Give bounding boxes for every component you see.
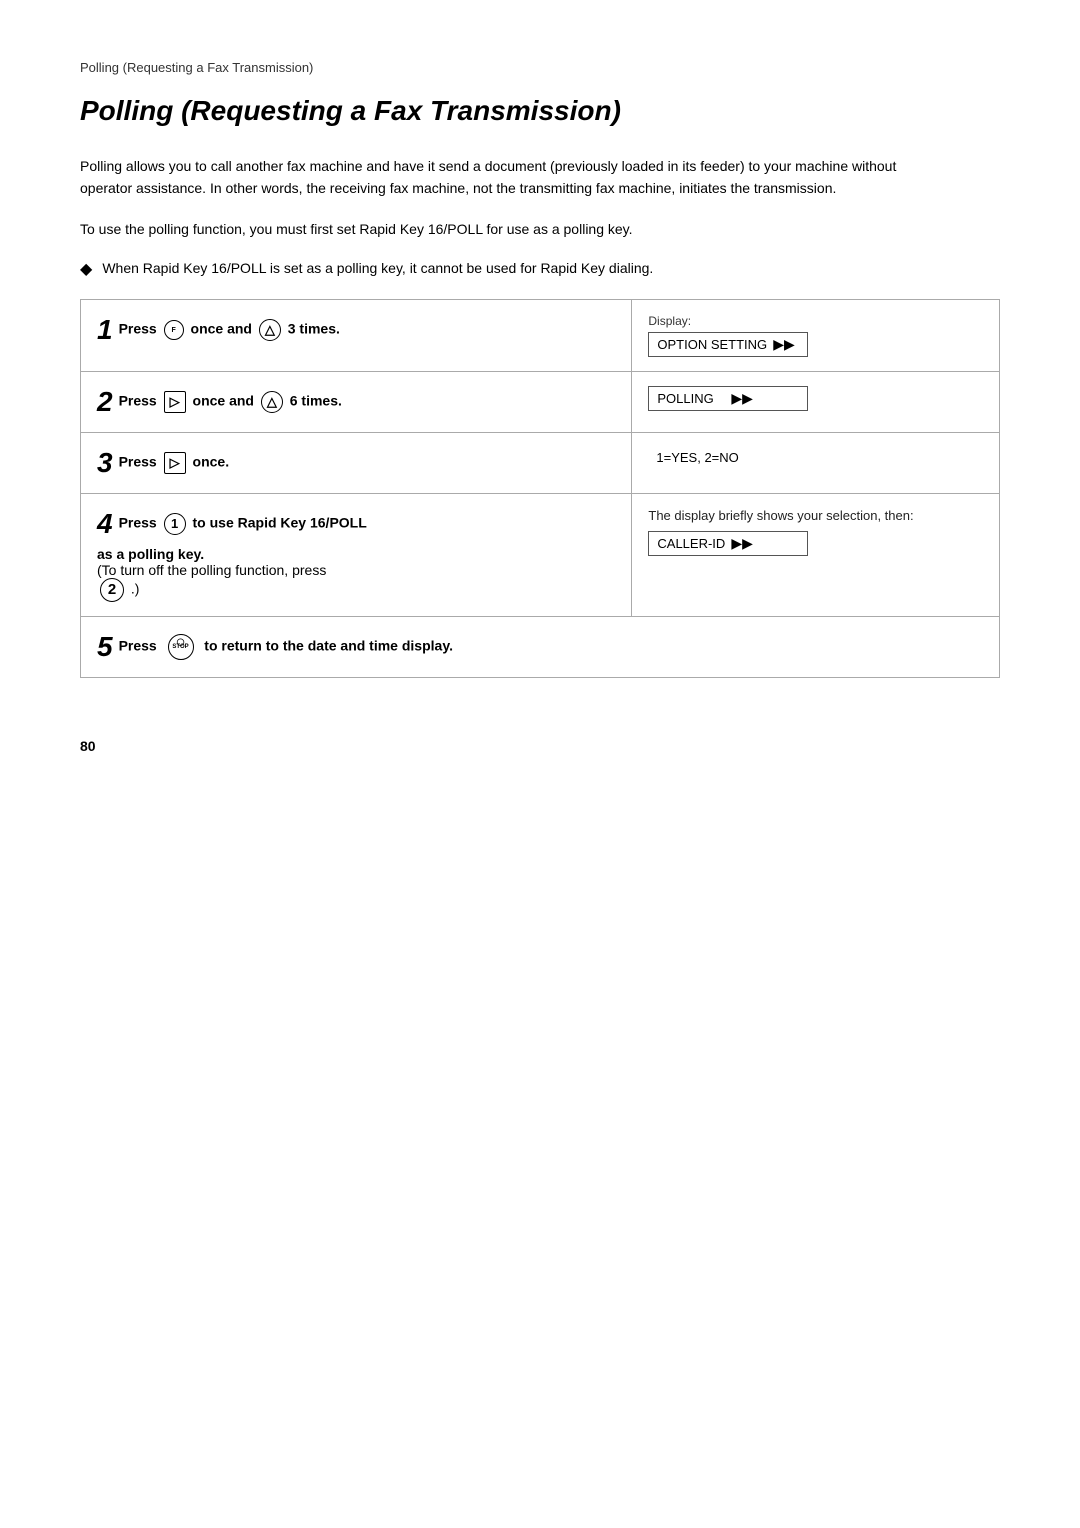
- step-1-left: 1 Press F once and △ 3 times.: [81, 300, 632, 372]
- display-box-2: POLLING ▶▶: [648, 386, 808, 411]
- note-item: ◆ When Rapid Key 16/POLL is set as a pol…: [80, 258, 900, 279]
- step-4-sub-bold: as a polling key.: [97, 546, 204, 562]
- note-diamond: ◆: [80, 259, 92, 279]
- step-3-number: 3: [97, 447, 113, 479]
- step-1-header: 1 Press F once and △ 3 times.: [97, 314, 615, 346]
- step-3-instruction: Press ▷ once.: [119, 452, 230, 474]
- step-2-header: 2 Press ▷ once and △ 6 times.: [97, 386, 615, 418]
- display-text-2: POLLING: [657, 391, 713, 406]
- key2-icon: 2: [100, 578, 124, 602]
- page-number: 80: [80, 738, 1000, 754]
- step-4-sub: as a polling key. (To turn off the polli…: [97, 546, 615, 602]
- step-2-instruction: Press ▷ once and △ 6 times.: [119, 391, 342, 413]
- display-arrow-2: ▶▶: [720, 390, 753, 407]
- display-box-3: 1=YES, 2=NO: [648, 447, 808, 468]
- function-icon: F: [164, 320, 184, 340]
- steps-table: 1 Press F once and △ 3 times. Display: O…: [80, 299, 1000, 678]
- step-2-right: POLLING ▶▶: [632, 372, 1000, 433]
- table-row: 2 Press ▷ once and △ 6 times. POLLING ▶▶: [81, 372, 1000, 433]
- step-1-instruction: Press F once and △ 3 times.: [119, 319, 340, 341]
- display-text-1: OPTION SETTING: [657, 337, 767, 352]
- table-row: 3 Press ▷ once. 1=YES, 2=NO: [81, 433, 1000, 494]
- scroll-up2-icon: △: [261, 391, 283, 413]
- display-text-3: 1=YES, 2=NO: [656, 450, 738, 465]
- step-4-sub-paren: (To turn off the polling function, press: [97, 562, 326, 578]
- key1-icon: 1: [164, 513, 186, 535]
- step-5-left: 5 Press ◯STOP to return to the date and …: [81, 617, 1000, 678]
- step-4-right: The display briefly shows your selection…: [632, 494, 1000, 617]
- step-4-left: 4 Press 1 to use Rapid Key 16/POLL as a …: [81, 494, 632, 617]
- step-4-sub-paren-end: .): [131, 581, 140, 597]
- note-text: When Rapid Key 16/POLL is set as a polli…: [102, 258, 653, 279]
- step-4-instruction: Press 1 to use Rapid Key 16/POLL: [119, 513, 367, 535]
- step-1-right: Display: OPTION SETTING ▶▶: [632, 300, 1000, 372]
- menu-right-icon: ▷: [164, 391, 186, 413]
- breadcrumb: Polling (Requesting a Fax Transmission): [80, 60, 1000, 75]
- menu-right2-icon: ▷: [164, 452, 186, 474]
- step-3-right: 1=YES, 2=NO: [632, 433, 1000, 494]
- display-arrow-1: ▶▶: [773, 336, 795, 353]
- step-1-number: 1: [97, 314, 113, 346]
- display-text-4: CALLER-ID: [657, 536, 725, 551]
- intro-para-2: To use the polling function, you must fi…: [80, 218, 900, 240]
- table-row: 4 Press 1 to use Rapid Key 16/POLL as a …: [81, 494, 1000, 617]
- scroll-up-icon: △: [259, 319, 281, 341]
- stop-icon: ◯STOP: [168, 634, 194, 660]
- step-3-left: 3 Press ▷ once.: [81, 433, 632, 494]
- step-2-number: 2: [97, 386, 113, 418]
- display-note-4: The display briefly shows your selection…: [648, 508, 983, 523]
- display-arrow-4: ▶▶: [731, 535, 753, 552]
- display-box-1: OPTION SETTING ▶▶: [648, 332, 808, 357]
- step-5-header: 5 Press ◯STOP to return to the date and …: [97, 631, 983, 663]
- step-4-header: 4 Press 1 to use Rapid Key 16/POLL: [97, 508, 615, 540]
- step-5-instruction: Press ◯STOP to return to the date and ti…: [119, 634, 453, 660]
- step-2-left: 2 Press ▷ once and △ 6 times.: [81, 372, 632, 433]
- table-row: 1 Press F once and △ 3 times. Display: O…: [81, 300, 1000, 372]
- step-3-header: 3 Press ▷ once.: [97, 447, 615, 479]
- display-label-1: Display:: [648, 314, 983, 328]
- step-4-number: 4: [97, 508, 113, 540]
- intro-para-1: Polling allows you to call another fax m…: [80, 155, 900, 200]
- display-box-4: CALLER-ID ▶▶: [648, 531, 808, 556]
- step-5-number: 5: [97, 631, 113, 663]
- table-row: 5 Press ◯STOP to return to the date and …: [81, 617, 1000, 678]
- page-title: Polling (Requesting a Fax Transmission): [80, 95, 1000, 127]
